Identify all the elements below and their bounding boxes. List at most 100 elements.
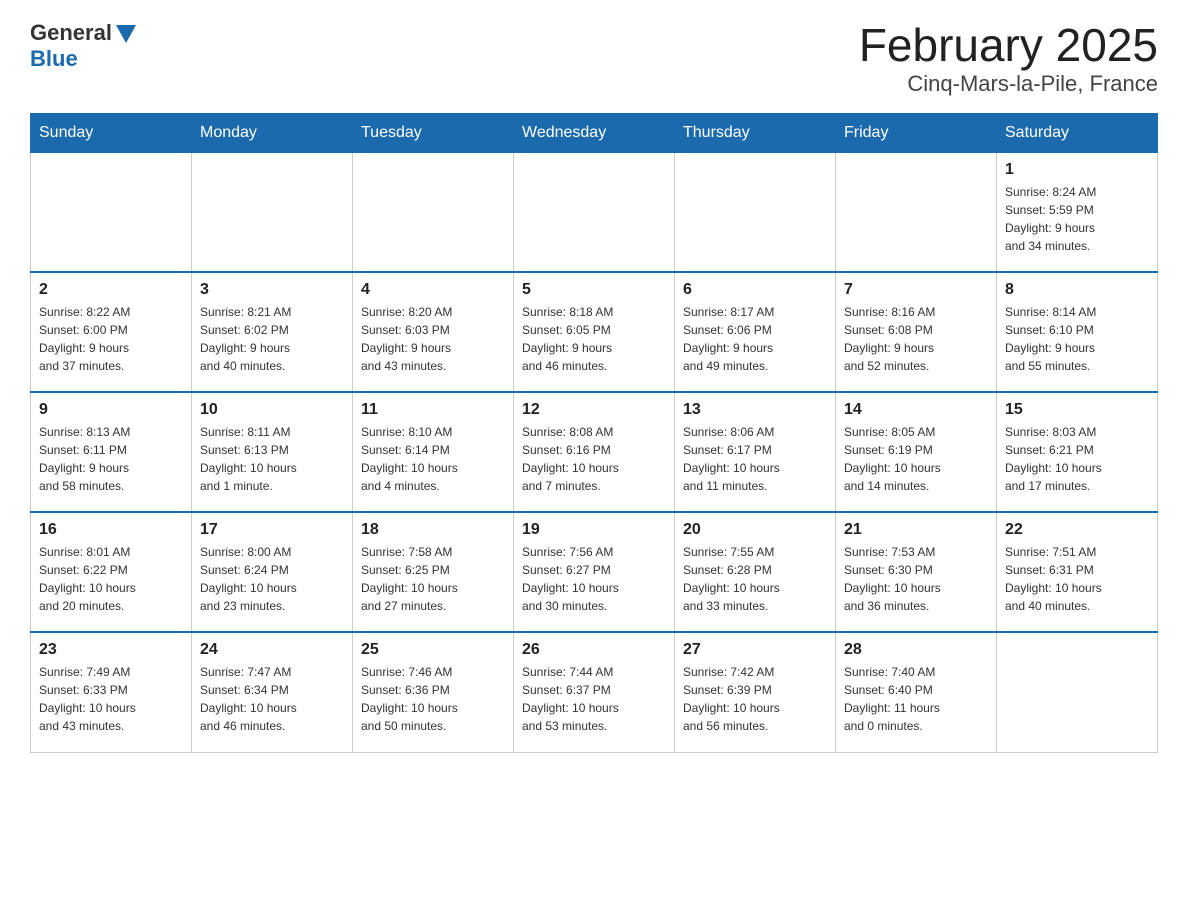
calendar-day-cell	[997, 632, 1158, 752]
calendar-day-cell	[675, 152, 836, 272]
day-sun-info: Sunrise: 8:06 AMSunset: 6:17 PMDaylight:…	[683, 423, 827, 495]
day-number: 20	[683, 521, 827, 539]
day-header-tuesday: Tuesday	[353, 113, 514, 152]
day-sun-info: Sunrise: 8:08 AMSunset: 6:16 PMDaylight:…	[522, 423, 666, 495]
day-sun-info: Sunrise: 7:47 AMSunset: 6:34 PMDaylight:…	[200, 663, 344, 735]
day-number: 5	[522, 281, 666, 299]
calendar-day-cell: 17 Sunrise: 8:00 AMSunset: 6:24 PMDayligh…	[192, 512, 353, 632]
day-number: 26	[522, 641, 666, 659]
day-sun-info: Sunrise: 8:13 AMSunset: 6:11 PMDaylight:…	[39, 423, 183, 495]
day-sun-info: Sunrise: 8:22 AMSunset: 6:00 PMDaylight:…	[39, 303, 183, 375]
day-sun-info: Sunrise: 8:01 AMSunset: 6:22 PMDaylight:…	[39, 543, 183, 615]
calendar-day-cell: 4 Sunrise: 8:20 AMSunset: 6:03 PMDaylight…	[353, 272, 514, 392]
day-sun-info: Sunrise: 8:11 AMSunset: 6:13 PMDaylight:…	[200, 423, 344, 495]
day-sun-info: Sunrise: 8:20 AMSunset: 6:03 PMDaylight:…	[361, 303, 505, 375]
day-sun-info: Sunrise: 7:40 AMSunset: 6:40 PMDaylight:…	[844, 663, 988, 735]
calendar-day-cell	[514, 152, 675, 272]
day-header-wednesday: Wednesday	[514, 113, 675, 152]
day-number: 23	[39, 641, 183, 659]
calendar-week-row: 23 Sunrise: 7:49 AMSunset: 6:33 PMDayligh…	[31, 632, 1158, 752]
day-sun-info: Sunrise: 7:49 AMSunset: 6:33 PMDaylight:…	[39, 663, 183, 735]
day-number: 28	[844, 641, 988, 659]
calendar-day-cell: 16 Sunrise: 8:01 AMSunset: 6:22 PMDayligh…	[31, 512, 192, 632]
calendar-day-cell: 9 Sunrise: 8:13 AMSunset: 6:11 PMDaylight…	[31, 392, 192, 512]
calendar-week-row: 1 Sunrise: 8:24 AMSunset: 5:59 PMDaylight…	[31, 152, 1158, 272]
calendar-day-cell: 27 Sunrise: 7:42 AMSunset: 6:39 PMDayligh…	[675, 632, 836, 752]
day-number: 4	[361, 281, 505, 299]
calendar-day-cell: 15 Sunrise: 8:03 AMSunset: 6:21 PMDayligh…	[997, 392, 1158, 512]
day-header-thursday: Thursday	[675, 113, 836, 152]
day-sun-info: Sunrise: 7:51 AMSunset: 6:31 PMDaylight:…	[1005, 543, 1149, 615]
calendar-day-cell: 12 Sunrise: 8:08 AMSunset: 6:16 PMDayligh…	[514, 392, 675, 512]
day-number: 13	[683, 401, 827, 419]
calendar-day-cell: 2 Sunrise: 8:22 AMSunset: 6:00 PMDaylight…	[31, 272, 192, 392]
day-sun-info: Sunrise: 8:00 AMSunset: 6:24 PMDaylight:…	[200, 543, 344, 615]
day-number: 17	[200, 521, 344, 539]
calendar-day-cell: 5 Sunrise: 8:18 AMSunset: 6:05 PMDaylight…	[514, 272, 675, 392]
day-number: 24	[200, 641, 344, 659]
day-sun-info: Sunrise: 8:03 AMSunset: 6:21 PMDaylight:…	[1005, 423, 1149, 495]
calendar-day-cell: 18 Sunrise: 7:58 AMSunset: 6:25 PMDayligh…	[353, 512, 514, 632]
day-number: 15	[1005, 401, 1149, 419]
day-header-sunday: Sunday	[31, 113, 192, 152]
calendar-table: SundayMondayTuesdayWednesdayThursdayFrid…	[30, 113, 1158, 753]
logo-general-text: General	[30, 20, 136, 46]
day-number: 16	[39, 521, 183, 539]
calendar-week-row: 2 Sunrise: 8:22 AMSunset: 6:00 PMDaylight…	[31, 272, 1158, 392]
day-number: 22	[1005, 521, 1149, 539]
day-sun-info: Sunrise: 8:10 AMSunset: 6:14 PMDaylight:…	[361, 423, 505, 495]
day-sun-info: Sunrise: 8:16 AMSunset: 6:08 PMDaylight:…	[844, 303, 988, 375]
calendar-day-cell: 28 Sunrise: 7:40 AMSunset: 6:40 PMDayligh…	[836, 632, 997, 752]
day-header-row: SundayMondayTuesdayWednesdayThursdayFrid…	[31, 113, 1158, 152]
calendar-day-cell	[31, 152, 192, 272]
calendar-day-cell: 19 Sunrise: 7:56 AMSunset: 6:27 PMDayligh…	[514, 512, 675, 632]
calendar-day-cell	[353, 152, 514, 272]
day-number: 27	[683, 641, 827, 659]
day-sun-info: Sunrise: 7:55 AMSunset: 6:28 PMDaylight:…	[683, 543, 827, 615]
day-sun-info: Sunrise: 8:24 AMSunset: 5:59 PMDaylight:…	[1005, 183, 1149, 255]
page-header: General Blue February 2025 Cinq-Mars-la-…	[30, 20, 1158, 97]
day-header-saturday: Saturday	[997, 113, 1158, 152]
calendar-day-cell	[192, 152, 353, 272]
day-sun-info: Sunrise: 7:44 AMSunset: 6:37 PMDaylight:…	[522, 663, 666, 735]
calendar-week-row: 16 Sunrise: 8:01 AMSunset: 6:22 PMDayligh…	[31, 512, 1158, 632]
day-number: 9	[39, 401, 183, 419]
day-number: 21	[844, 521, 988, 539]
calendar-day-cell: 26 Sunrise: 7:44 AMSunset: 6:37 PMDayligh…	[514, 632, 675, 752]
day-number: 18	[361, 521, 505, 539]
day-header-monday: Monday	[192, 113, 353, 152]
logo-triangle-icon	[116, 25, 136, 43]
calendar-day-cell: 22 Sunrise: 7:51 AMSunset: 6:31 PMDayligh…	[997, 512, 1158, 632]
calendar-day-cell: 7Sunrise: 8:16 AMSunset: 6:08 PMDaylight…	[836, 272, 997, 392]
day-number: 2	[39, 281, 183, 299]
day-number: 6	[683, 281, 827, 299]
day-number: 25	[361, 641, 505, 659]
day-number: 1	[1005, 161, 1149, 179]
logo-blue-text: Blue	[30, 46, 78, 72]
calendar-body: 1 Sunrise: 8:24 AMSunset: 5:59 PMDaylight…	[31, 152, 1158, 752]
day-sun-info: Sunrise: 7:42 AMSunset: 6:39 PMDaylight:…	[683, 663, 827, 735]
logo: General Blue	[30, 20, 136, 72]
calendar-day-cell: 21Sunrise: 7:53 AMSunset: 6:30 PMDayligh…	[836, 512, 997, 632]
calendar-day-cell: 23 Sunrise: 7:49 AMSunset: 6:33 PMDayligh…	[31, 632, 192, 752]
day-sun-info: Sunrise: 8:18 AMSunset: 6:05 PMDaylight:…	[522, 303, 666, 375]
page-subtitle: Cinq-Mars-la-Pile, France	[859, 71, 1158, 97]
day-sun-info: Sunrise: 8:17 AMSunset: 6:06 PMDaylight:…	[683, 303, 827, 375]
day-sun-info: Sunrise: 7:58 AMSunset: 6:25 PMDaylight:…	[361, 543, 505, 615]
calendar-day-cell: 13 Sunrise: 8:06 AMSunset: 6:17 PMDayligh…	[675, 392, 836, 512]
page-title: February 2025	[859, 20, 1158, 71]
day-number: 19	[522, 521, 666, 539]
day-sun-info: Sunrise: 8:05 AMSunset: 6:19 PMDaylight:…	[844, 423, 988, 495]
day-number: 8	[1005, 281, 1149, 299]
calendar-day-cell: 14Sunrise: 8:05 AMSunset: 6:19 PMDayligh…	[836, 392, 997, 512]
day-sun-info: Sunrise: 7:56 AMSunset: 6:27 PMDaylight:…	[522, 543, 666, 615]
day-number: 12	[522, 401, 666, 419]
calendar-day-cell	[836, 152, 997, 272]
logo-general-label: General	[30, 20, 112, 46]
day-number: 10	[200, 401, 344, 419]
calendar-day-cell: 25Sunrise: 7:46 AMSunset: 6:36 PMDayligh…	[353, 632, 514, 752]
calendar-day-cell: 11Sunrise: 8:10 AMSunset: 6:14 PMDayligh…	[353, 392, 514, 512]
calendar-week-row: 9 Sunrise: 8:13 AMSunset: 6:11 PMDaylight…	[31, 392, 1158, 512]
calendar-day-cell: 10 Sunrise: 8:11 AMSunset: 6:13 PMDayligh…	[192, 392, 353, 512]
calendar-header: SundayMondayTuesdayWednesdayThursdayFrid…	[31, 113, 1158, 152]
